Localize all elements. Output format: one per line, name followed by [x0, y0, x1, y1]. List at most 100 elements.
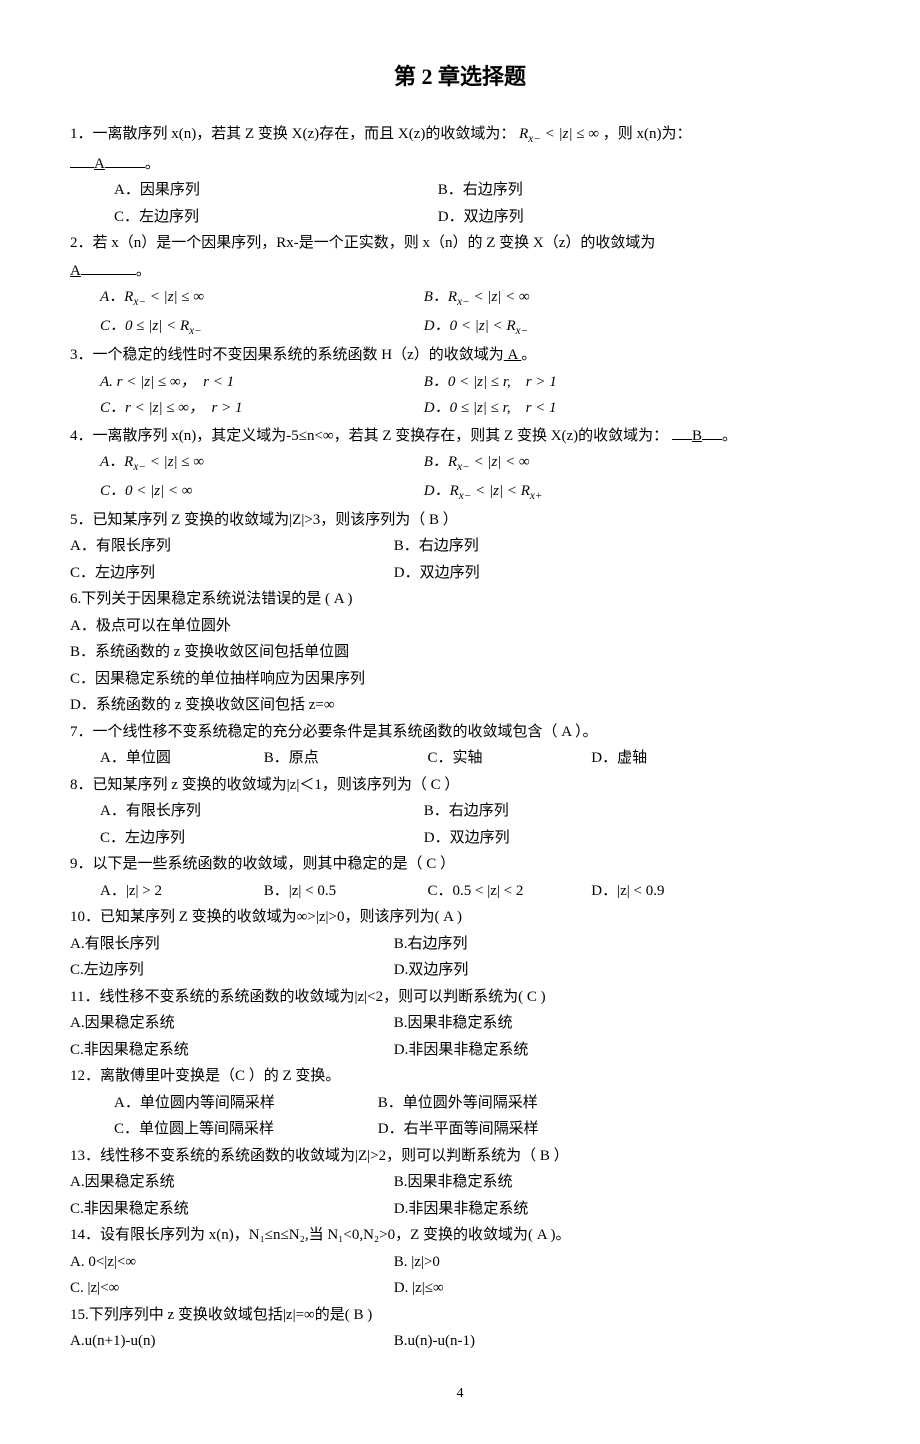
q15-row-ab: A.u(n+1)-u(n) B.u(n)-u(n-1) — [70, 1330, 850, 1353]
q10-row-cd: C.左边序列 D.双边序列 — [70, 959, 850, 982]
q8-row-cd: C．左边序列 D．双边序列 — [70, 827, 850, 850]
q7-row: A．单位圆 B．原点 C．实轴 D．虚轴 — [70, 747, 850, 770]
q7-opt-c: C．实轴 — [428, 747, 588, 770]
q11-row-ab: A.因果稳定系统 B.因果非稳定系统 — [70, 1012, 850, 1035]
q2-opt-a: A．Rx− < |z| ≤ ∞ — [100, 286, 420, 311]
q3-opt-b: B．0 < |z| ≤ r, r > 1 — [424, 371, 744, 394]
question-10: 10．已知某序列 Z 变换的收敛域为∞>|z|>0，则该序列为( A ) — [70, 906, 850, 929]
q3-period: 。 — [521, 347, 536, 363]
q2-row-ab: A．Rx− < |z| ≤ ∞ B．Rx− < |z| < ∞ — [70, 286, 850, 311]
q1-opt-c: C．左边序列 — [114, 206, 434, 229]
question-3: 3．一个稳定的线性时不变因果系统的系统函数 H（z）的收敛域为 A 。 — [70, 344, 850, 367]
q3-answer: A — [504, 347, 522, 363]
q12-opt-b: B．单位圆外等间隔采样 — [378, 1092, 698, 1115]
q9-opt-a: A．|z| > 2 — [100, 880, 260, 903]
q14-row-ab: A. 0<|z|<∞ B. |z|>0 — [70, 1251, 850, 1274]
q4-stem: 4．一离散序列 x(n)，其定义域为-5≤n<∞，若其 Z 变换存在，则其 Z … — [70, 428, 668, 444]
q12-row-ab: A．单位圆内等间隔采样 B．单位圆外等间隔采样 — [70, 1092, 850, 1115]
q14-opt-d: D. |z|≤∞ — [394, 1277, 714, 1300]
q12-opt-a: A．单位圆内等间隔采样 — [114, 1092, 374, 1115]
q10-opt-c: C.左边序列 — [70, 959, 390, 982]
q4-row-ab: A．Rx− < |z| ≤ ∞ B．Rx− < |z| < ∞ — [70, 451, 850, 476]
q8-row-ab: A．有限长序列 B．右边序列 — [70, 800, 850, 823]
question-13: 13．线性移不变系统的系统函数的收敛域为|Z|>2，则可以判断系统为（ B ） — [70, 1145, 850, 1168]
q4-period: 。 — [722, 428, 737, 444]
question-5: 5．已知某序列 Z 变换的收敛域为|Z|>3，则该序列为（ B ） — [70, 509, 850, 532]
q10-opt-a: A.有限长序列 — [70, 933, 390, 956]
q2-row-cd: C．0 ≤ |z| < Rx− D．0 < |z| < Rx− — [70, 315, 850, 340]
q1-row-cd: C．左边序列 D．双边序列 — [70, 206, 850, 229]
q2-opt-c: C．0 ≤ |z| < Rx− — [100, 315, 420, 340]
q11-opt-d: D.非因果非稳定系统 — [394, 1039, 714, 1062]
q3-row-cd: C．r < |z| ≤ ∞， r > 1 D．0 ≤ |z| ≤ r, r < … — [70, 397, 850, 420]
q12-opt-c: C．单位圆上等间隔采样 — [114, 1118, 374, 1141]
q1-opt-b: B．右边序列 — [438, 179, 758, 202]
q13-opt-a: A.因果稳定系统 — [70, 1171, 390, 1194]
q6-opt-c: C．因果稳定系统的单位抽样响应为因果序列 — [70, 668, 850, 691]
q3-opt-a: A. r < |z| ≤ ∞， r < 1 — [100, 371, 420, 394]
q14-opt-a: A. 0<|z|<∞ — [70, 1251, 390, 1274]
q2-opt-d: D．0 < |z| < Rx− — [424, 315, 744, 340]
q11-opt-a: A.因果稳定系统 — [70, 1012, 390, 1035]
q13-opt-b: B.因果非稳定系统 — [394, 1171, 714, 1194]
q11-opt-b: B.因果非稳定系统 — [394, 1012, 714, 1035]
q9-opt-c: C．0.5 < |z| < 2 — [428, 880, 588, 903]
question-4: 4．一离散序列 x(n)，其定义域为-5≤n<∞，若其 Z 变换存在，则其 Z … — [70, 424, 850, 448]
q2-opt-b: B．Rx− < |z| < ∞ — [424, 286, 744, 311]
q13-row-ab: A.因果稳定系统 B.因果非稳定系统 — [70, 1171, 850, 1194]
q14-opt-c: C. |z|<∞ — [70, 1277, 390, 1300]
q9-opt-d: D．|z| < 0.9 — [591, 880, 751, 903]
q5-row-cd: C．左边序列 D．双边序列 — [70, 562, 850, 585]
q7-opt-d: D．虚轴 — [591, 747, 751, 770]
q2-period: 。 — [136, 263, 151, 279]
q14-row-cd: C. |z|<∞ D. |z|≤∞ — [70, 1277, 850, 1300]
q3-stem: 3．一个稳定的线性时不变因果系统的系统函数 H（z）的收敛域为 — [70, 347, 504, 363]
question-2: 2．若 x（n）是一个因果序列，Rx-是一个正实数，则 x（n）的 Z 变换 X… — [70, 232, 850, 255]
q8-opt-b: B．右边序列 — [424, 800, 744, 823]
page-number: 4 — [70, 1383, 850, 1404]
q4-answer: B — [692, 428, 702, 444]
question-15: 15.下列序列中 z 变换收敛域包括|z|=∞的是( B ) — [70, 1304, 850, 1327]
question-11: 11．线性移不变系统的系统函数的收敛域为|z|<2，则可以判断系统为( C ) — [70, 986, 850, 1009]
q4-opt-d: D．Rx− < |z| < Rx+ — [424, 480, 744, 505]
q5-opt-b: B．右边序列 — [394, 535, 714, 558]
q5-row-ab: A．有限长序列 B．右边序列 — [70, 535, 850, 558]
q4-opt-c: C．0 < |z| < ∞ — [100, 480, 420, 503]
q6-opt-a: A．极点可以在单位圆外 — [70, 615, 850, 638]
q13-row-cd: C.非因果稳定系统 D.非因果非稳定系统 — [70, 1198, 850, 1221]
q6-opt-b: B．系统函数的 z 变换收敛区间包括单位圆 — [70, 641, 850, 664]
q5-opt-d: D．双边序列 — [394, 562, 714, 585]
q4-opt-a: A．Rx− < |z| ≤ ∞ — [100, 451, 420, 476]
q4-row-cd: C．0 < |z| < ∞ D．Rx− < |z| < Rx+ — [70, 480, 850, 505]
q3-opt-c: C．r < |z| ≤ ∞， r > 1 — [100, 397, 420, 420]
q8-opt-d: D．双边序列 — [424, 827, 744, 850]
q8-opt-a: A．有限长序列 — [100, 800, 420, 823]
q12-row-cd: C．单位圆上等间隔采样 D．右半平面等间隔采样 — [70, 1118, 850, 1141]
q1-stem-a: 1．一离散序列 x(n)，若其 Z 变换 X(z)存在，而且 X(z)的收敛域为… — [70, 126, 515, 142]
q6-opt-d: D．系统函数的 z 变换收敛区间包括 z=∞ — [70, 694, 850, 717]
q1-period: 。 — [145, 156, 160, 172]
question-7: 7．一个线性移不变系统稳定的充分必要条件是其系统函数的收敛域包含（ A ）。 — [70, 721, 850, 744]
q5-opt-c: C．左边序列 — [70, 562, 390, 585]
q2-answer: A — [70, 263, 81, 279]
page-title: 第 2 章选择题 — [70, 60, 850, 93]
q12-opt-d: D．右半平面等间隔采样 — [378, 1118, 698, 1141]
q10-opt-d: D.双边序列 — [394, 959, 714, 982]
q10-opt-b: B.右边序列 — [394, 933, 714, 956]
q1-answer: A — [94, 156, 105, 172]
question-12: 12．离散傅里叶变换是（C ）的 Z 变换。 — [70, 1065, 850, 1088]
q10-row-ab: A.有限长序列 B.右边序列 — [70, 933, 850, 956]
q11-opt-c: C.非因果稳定系统 — [70, 1039, 390, 1062]
question-9: 9．以下是一些系统函数的收敛域，则其中稳定的是（ C ） — [70, 853, 850, 876]
q7-opt-a: A．单位圆 — [100, 747, 260, 770]
question-8: 8．已知某序列 z 变换的收敛域为|z|＜1，则该序列为（ C ） — [70, 774, 850, 797]
q13-opt-c: C.非因果稳定系统 — [70, 1198, 390, 1221]
q1-opt-a: A．因果序列 — [114, 179, 434, 202]
q9-opt-b: B．|z| < 0.5 — [264, 880, 424, 903]
q15-opt-b: B.u(n)-u(n-1) — [394, 1330, 714, 1353]
q14-opt-b: B. |z|>0 — [394, 1251, 714, 1274]
question-14: 14．设有限长序列为 x(n)，N₁≤n≤N₂,当 N₁<0,N₂>0，Z 变换… — [70, 1224, 850, 1247]
q4-opt-b: B．Rx− < |z| < ∞ — [424, 451, 744, 476]
q3-row-ab: A. r < |z| ≤ ∞， r < 1 B．0 < |z| ≤ r, r >… — [70, 371, 850, 394]
q1-opt-d: D．双边序列 — [438, 206, 758, 229]
